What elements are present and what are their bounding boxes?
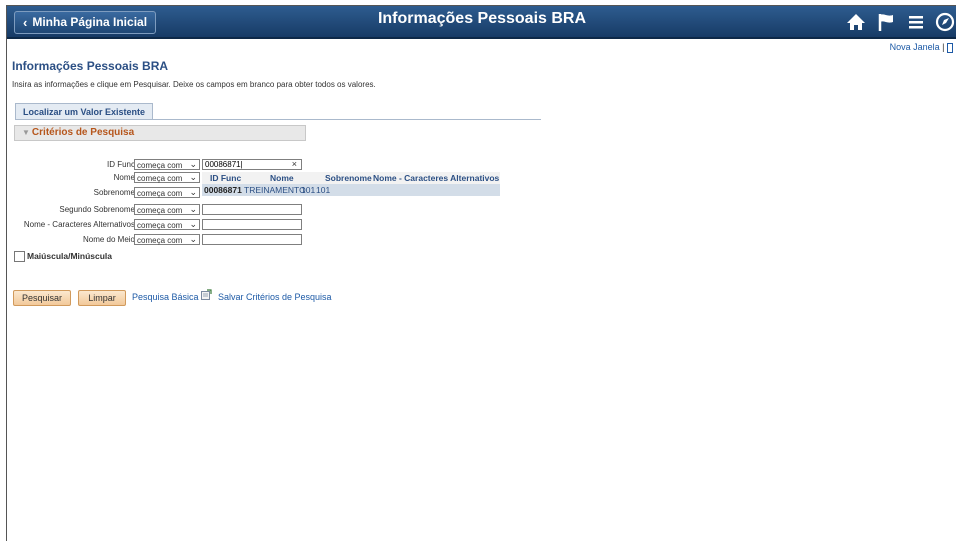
search-criteria-title: Critérios de Pesquisa — [31, 127, 135, 138]
menu-icon[interactable] — [905, 11, 927, 33]
operator-select-nome[interactable]: começa com ⌄ — [134, 172, 200, 183]
field-label-alt-name: Nome - Caracteres Alternativos — [23, 220, 135, 229]
suggestion-alt-name: 101 — [316, 185, 331, 195]
chevron-down-icon: ⌄ — [189, 219, 197, 229]
alt-name-input[interactable] — [202, 219, 302, 230]
basic-search-link[interactable]: Pesquisa Básica — [132, 292, 199, 302]
save-criteria-link[interactable]: Salvar Critérios de Pesquisa — [218, 292, 332, 302]
operator-value: começa com — [137, 236, 183, 245]
field-label-nome: Nome — [113, 173, 135, 182]
operator-select-segundo-sobrenome[interactable]: começa com ⌄ — [134, 204, 200, 215]
save-criteria-icon[interactable] — [201, 289, 212, 300]
operator-select-id-func[interactable]: começa com ⌄ — [134, 159, 200, 170]
chevron-down-icon: ⌄ — [189, 172, 197, 182]
operator-value: começa com — [137, 174, 183, 183]
chevron-down-icon: ⌄ — [189, 159, 197, 169]
operator-value: começa com — [137, 221, 183, 230]
instructions-text: Insira as informações e clique em Pesqui… — [12, 80, 376, 89]
field-label-nome-do-meio: Nome do Meio — [82, 235, 135, 244]
operator-value: começa com — [137, 189, 183, 198]
suggestion-col-id-func: ID Func — [210, 173, 242, 183]
field-label-id-func: ID Func — [106, 160, 135, 169]
operator-select-sobrenome[interactable]: começa com ⌄ — [134, 187, 200, 198]
top-bar: ‹ Minha Página Inicial Informações Pesso… — [7, 6, 956, 39]
chevron-down-icon: ⌄ — [189, 204, 197, 214]
nome-do-meio-input[interactable] — [202, 234, 302, 245]
flag-icon[interactable] — [876, 11, 898, 33]
suggestion-id-func: 00086871 — [204, 185, 242, 195]
id-func-input-value: 00086871 — [205, 160, 241, 169]
new-window-link-container: Nova Janela | — [890, 42, 953, 53]
page-title: Informações Pessoais BRA — [377, 10, 587, 27]
field-label-segundo-sobrenome: Segundo Sobrenome — [59, 205, 135, 214]
compass-icon[interactable] — [934, 11, 956, 33]
operator-value: começa com — [137, 161, 183, 170]
suggestion-col-sobrenome: Sobrenome — [325, 173, 372, 183]
suggestion-header-row: ID Func Nome Sobrenome Nome - Caracteres… — [202, 172, 500, 184]
operator-select-alt-name[interactable]: começa com ⌄ — [134, 219, 200, 230]
text-cursor: | — [240, 160, 243, 169]
search-button[interactable]: Pesquisar — [13, 290, 71, 306]
case-sensitive-checkbox[interactable] — [14, 251, 25, 262]
tab-divider — [15, 119, 541, 120]
case-sensitive-label: Maiúscula/Minúscula — [27, 251, 113, 261]
app-frame: ‹ Minha Página Inicial Informações Pesso… — [6, 5, 956, 541]
id-func-input[interactable]: 00086871| × — [202, 159, 302, 170]
page-heading: Informações Pessoais BRA — [12, 59, 169, 73]
clear-input-icon[interactable]: × — [292, 159, 297, 169]
search-criteria-group[interactable]: ▼ Critérios de Pesquisa — [14, 125, 306, 141]
suggestion-nome: TREINAMENTO — [244, 185, 306, 195]
search-criteria-header[interactable]: ▼ Critérios de Pesquisa — [22, 127, 134, 138]
segundo-sobrenome-input[interactable] — [202, 204, 302, 215]
new-window-link[interactable]: Nova Janela — [890, 42, 940, 52]
suggestion-col-nome: Nome — [270, 173, 294, 183]
clear-button[interactable]: Limpar — [78, 290, 126, 306]
tab-find-existing-value[interactable]: Localizar um Valor Existente — [15, 103, 154, 120]
suggestion-row[interactable]: 00086871 TREINAMENTO 101 101 — [202, 184, 500, 196]
help-icon[interactable] — [947, 42, 953, 53]
link-separator: | — [942, 42, 945, 52]
suggestion-col-alt-name: Nome - Caracteres Alternativos — [373, 173, 500, 183]
chevron-down-icon: ⌄ — [189, 187, 197, 197]
operator-select-nome-do-meio[interactable]: começa com ⌄ — [134, 234, 200, 245]
home-icon[interactable] — [845, 11, 867, 33]
suggestion-sobrenome: 101 — [301, 185, 316, 195]
operator-value: começa com — [137, 206, 183, 215]
collapse-triangle-icon: ▼ — [22, 128, 30, 137]
chevron-down-icon: ⌄ — [189, 234, 197, 244]
field-label-sobrenome: Sobrenome — [93, 188, 135, 197]
